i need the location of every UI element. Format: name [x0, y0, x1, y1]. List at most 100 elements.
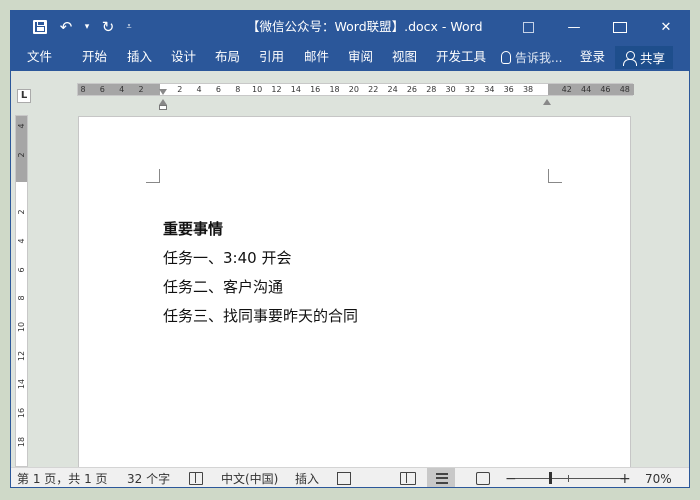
ruler-tick-label: 36 [503, 85, 514, 94]
ruler-tick-label: 14 [290, 85, 301, 94]
page-number-indicator[interactable]: 第 1 页，共 1 页 [17, 468, 108, 487]
share-label: 共享 [639, 51, 665, 66]
document-body[interactable]: 重要事情 任务一、3:40 开会 任务二、客户沟通 任务三、找同事要昨天的合同 [163, 215, 358, 331]
ruler-tick-label: 48 [619, 85, 630, 94]
tab-layout[interactable]: 布局 [215, 43, 240, 71]
tab-file[interactable]: 文件 [27, 43, 52, 71]
horizontal-ruler-area: L 8 6 4 2 2 4 6 8 10 12 14 16 18 20 22 24 26 28 30 32 34 36 38… [11, 71, 689, 103]
minimize-button[interactable]: — [551, 11, 597, 43]
tell-me-search[interactable]: 告诉我... [501, 43, 562, 71]
zoom-in-button[interactable]: + [619, 468, 631, 487]
ruler-tick-label: 4 [196, 85, 202, 94]
ruler-tick-label: 18 [329, 85, 340, 94]
maximize-icon [613, 21, 627, 33]
user-icon [622, 50, 637, 66]
ruler-tick-label: 20 [348, 85, 359, 94]
chevron-down-icon: ▾ [84, 22, 90, 32]
ruler-tick-label: 12 [271, 85, 282, 94]
document-page[interactable]: 重要事情 任务一、3:40 开会 任务二、客户沟通 任务三、找同事要昨天的合同 [78, 116, 631, 470]
undo-button[interactable]: ↶ [53, 11, 79, 43]
ruler-tick-label: 28 [426, 85, 437, 94]
document-line[interactable]: 任务三、找同事要昨天的合同 [163, 302, 358, 331]
first-line-indent-marker[interactable] [159, 89, 167, 95]
macro-record-icon[interactable] [337, 472, 351, 485]
ruler-tick-label: 4 [119, 85, 125, 94]
vertical-ruler-tick-label: 14 [17, 379, 26, 390]
ruler-tick-label: 32 [464, 85, 476, 94]
ruler-tick-label: 22 [368, 85, 379, 94]
vertical-ruler-tick-label: 4 [17, 238, 26, 244]
read-mode-icon[interactable] [400, 472, 416, 485]
ribbon-options-icon [522, 21, 534, 33]
save-icon [33, 20, 47, 34]
window-title: 【微信公众号：Word联盟】.docx - Word [247, 19, 483, 34]
ruler-tick-label: 2 [138, 85, 144, 94]
close-icon: ✕ [660, 19, 672, 35]
document-line[interactable]: 任务一、3:40 开会 [163, 244, 358, 273]
customize-icon: ⩡ [126, 22, 132, 32]
crop-mark-top-right [548, 169, 562, 183]
web-layout-icon[interactable] [476, 472, 490, 485]
ruler-tick-label: 24 [387, 85, 398, 94]
ruler-tick-label: 2 [177, 85, 183, 94]
minimize-icon: — [567, 19, 581, 35]
tab-mailings[interactable]: 邮件 [304, 43, 329, 71]
tab-review[interactable]: 审阅 [348, 43, 373, 71]
save-button[interactable] [27, 11, 53, 43]
insert-mode-indicator[interactable]: 插入 [295, 468, 319, 487]
word-window: ↶ ▾ ↻ ⩡ 【微信公众号：Word联盟】.docx - Word — ✕ 文… [10, 10, 690, 488]
ribbon-tabs: 文件 开始 插入 设计 布局 引用 邮件 审阅 视图 开发工具 告诉我... 登… [11, 43, 689, 71]
status-bar: 第 1 页，共 1 页 32 个字 中文(中国) 插入 − + 70% [11, 467, 689, 487]
tab-design[interactable]: 设计 [171, 43, 196, 71]
document-line[interactable]: 任务二、客户沟通 [163, 273, 358, 302]
redo-icon: ↻ [101, 18, 115, 36]
redo-button[interactable]: ↻ [95, 11, 121, 43]
tell-me-label: 告诉我... [515, 50, 563, 65]
vertical-ruler-tick-label: 16 [17, 407, 26, 419]
window-controls: — ✕ [505, 11, 689, 43]
ruler-tick-label: 8 [80, 85, 86, 94]
ruler-tick-label: 10 [252, 85, 263, 94]
vertical-ruler-tick-label: 4 [17, 123, 26, 129]
ruler-tick-label: 6 [215, 85, 221, 94]
tab-view[interactable]: 视图 [392, 43, 417, 71]
close-button[interactable]: ✕ [643, 11, 689, 43]
share-button[interactable]: 共享 [615, 46, 673, 69]
zoom-slider-center-mark [568, 475, 569, 482]
undo-icon: ↶ [59, 18, 73, 36]
proofing-icon[interactable] [189, 472, 203, 485]
vertical-ruler-tick-label: 12 [17, 350, 26, 361]
document-heading[interactable]: 重要事情 [163, 215, 358, 244]
lightbulb-icon [501, 50, 511, 64]
login-button[interactable]: 登录 [580, 43, 605, 71]
vertical-ruler-tick-label: 10 [17, 321, 26, 332]
tab-references[interactable]: 引用 [259, 43, 284, 71]
ruler-tick-label: 42 [561, 85, 572, 94]
quick-access-toolbar: ↶ ▾ ↻ ⩡ [11, 11, 137, 43]
ruler-tick-label: 34 [484, 85, 495, 94]
tab-selector-button[interactable]: L [17, 89, 31, 103]
vertical-ruler-tick-label: 2 [17, 209, 26, 215]
language-indicator[interactable]: 中文(中国) [221, 468, 278, 487]
tab-insert[interactable]: 插入 [127, 43, 152, 71]
right-indent-marker[interactable] [543, 99, 551, 105]
vertical-ruler-tick-label: 2 [17, 152, 26, 158]
vertical-ruler[interactable]: 4 2 2 4 6 8 10 12 14 16 18 [15, 115, 28, 467]
left-indent-marker[interactable] [159, 105, 167, 110]
vertical-ruler-tick-label: 18 [17, 436, 26, 447]
crop-mark-top-left [146, 169, 160, 183]
vertical-ruler-tick-label: 8 [17, 295, 26, 301]
zoom-level[interactable]: 70% [645, 468, 672, 487]
tab-developer[interactable]: 开发工具 [436, 43, 486, 71]
ribbon-display-options-button[interactable] [505, 11, 551, 43]
ruler-tick-label: 6 [99, 85, 105, 94]
undo-dropdown-button[interactable]: ▾ [79, 11, 95, 43]
zoom-slider-thumb[interactable] [549, 472, 552, 484]
tab-home[interactable]: 开始 [82, 43, 107, 71]
maximize-button[interactable] [597, 11, 643, 43]
print-layout-icon [436, 473, 448, 484]
customize-qat-button[interactable]: ⩡ [121, 11, 137, 43]
word-count-indicator[interactable]: 32 个字 [127, 468, 170, 487]
ruler-tick-label: 30 [445, 85, 456, 94]
ruler-tick-label: 8 [235, 85, 241, 94]
